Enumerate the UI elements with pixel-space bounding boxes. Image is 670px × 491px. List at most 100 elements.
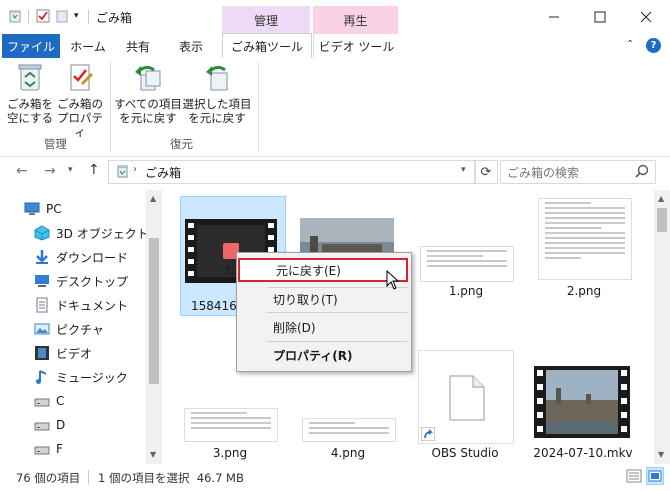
- nav-item-3d-objects[interactable]: 3D オブジェクト: [34, 222, 149, 244]
- document-lines-icon: [303, 422, 395, 434]
- window-title: ごみ箱: [96, 11, 133, 25]
- drive-icon: [34, 441, 50, 457]
- large-icons-view-icon[interactable]: [646, 467, 664, 485]
- restore-all-label-1: すべての項目: [114, 97, 182, 111]
- minimize-button[interactable]: [531, 0, 577, 34]
- empty-recycle-bin-button[interactable]: ごみ箱を 空にする: [6, 62, 54, 125]
- nav-scrollbar[interactable]: ▲ ▼: [146, 190, 162, 464]
- title-bar: ▾ ごみ箱 管理 再生: [0, 0, 670, 34]
- restore-selected-label-2: を元に戻す: [188, 111, 246, 125]
- scroll-up-chevron-icon[interactable]: ▲: [150, 194, 156, 203]
- nav-scroll-thumb[interactable]: [149, 238, 159, 384]
- refresh-button[interactable]: ⟳: [474, 160, 498, 184]
- file-thumbnail-2png[interactable]: [538, 198, 632, 280]
- file-name-4png[interactable]: 4.png: [322, 446, 374, 460]
- file-thumbnail-4png[interactable]: [302, 418, 396, 442]
- close-button[interactable]: [623, 0, 669, 34]
- properties-icon: [70, 64, 94, 91]
- menu-item-restore[interactable]: 元に戻す(E): [238, 258, 408, 282]
- video-thumbnail-mkv[interactable]: [534, 366, 630, 438]
- up-arrow-icon[interactable]: ↑: [88, 162, 100, 178]
- forward-arrow-icon[interactable]: →: [44, 163, 56, 179]
- file-scrollbar[interactable]: ▲ ▼: [654, 190, 670, 464]
- tab-file[interactable]: ファイル: [2, 34, 60, 58]
- empty-bin-label-1: ごみ箱を: [7, 97, 53, 111]
- nav-item-downloads[interactable]: ダウンロード: [34, 246, 128, 268]
- file-name-1png[interactable]: 1.png: [440, 284, 492, 298]
- file-name-2png[interactable]: 2.png: [558, 284, 610, 298]
- nav-label: D: [56, 418, 66, 432]
- ribbon: ごみ箱を 空にする ごみ箱の プロパティ 管理 すべての項目 を元に戻す 選択し…: [0, 58, 670, 157]
- nav-item-pc[interactable]: PC: [24, 198, 62, 220]
- desktop-icon: [34, 273, 50, 289]
- menu-item-delete[interactable]: 削除(D): [237, 315, 411, 339]
- menu-item-properties[interactable]: プロパティ(R): [237, 343, 411, 367]
- nav-item-videos[interactable]: ビデオ: [34, 342, 92, 364]
- maximize-icon: [594, 11, 606, 23]
- properties-check-icon[interactable]: [36, 9, 50, 23]
- file-name-obs-studio[interactable]: OBS Studio: [418, 446, 512, 460]
- nav-label: ビデオ: [56, 346, 93, 361]
- tab-home[interactable]: ホーム: [64, 34, 112, 58]
- search-input[interactable]: ごみ箱の検索: [500, 160, 656, 184]
- file-name-3png[interactable]: 3.png: [204, 446, 256, 460]
- menu-separator: [267, 312, 407, 313]
- nav-item-drive-f[interactable]: F: [34, 438, 63, 460]
- empty-bin-label-2: 空にする: [6, 111, 54, 125]
- new-folder-icon[interactable]: [56, 9, 68, 23]
- scroll-up-chevron-icon[interactable]: ▲: [658, 194, 664, 203]
- tab-share[interactable]: 共有: [116, 34, 160, 58]
- nav-item-drive-d[interactable]: D: [34, 414, 65, 436]
- scroll-down-chevron-icon[interactable]: ▼: [658, 450, 664, 459]
- help-icon[interactable]: ?: [646, 38, 661, 53]
- tab-view[interactable]: 表示: [166, 34, 216, 58]
- address-bar[interactable]: › ごみ箱 ▾: [108, 160, 476, 184]
- back-arrow-icon[interactable]: ←: [16, 163, 28, 179]
- breadcrumb-recycle-bin[interactable]: ごみ箱: [145, 164, 181, 181]
- nav-item-drive-c[interactable]: C: [34, 390, 64, 412]
- nav-item-pictures[interactable]: ピクチャ: [34, 318, 104, 340]
- tab-recycle-bin-tools[interactable]: ごみ箱ツール: [222, 33, 312, 59]
- mouse-cursor-icon: [386, 270, 400, 290]
- bin-properties-button[interactable]: ごみ箱の プロパティ: [55, 62, 105, 139]
- menu-item-cut[interactable]: 切り取り(T): [237, 287, 411, 311]
- blank-file-icon: [449, 375, 485, 421]
- ribbon-tab-bar: ファイル ホーム 共有 表示 ごみ箱ツール ビデオ ツール ⌃ ?: [0, 33, 670, 59]
- nav-label: ピクチャ: [56, 322, 104, 337]
- picture-icon: [34, 321, 50, 337]
- recent-locations-chevron-icon[interactable]: ▾: [68, 165, 73, 175]
- tab-video-tools[interactable]: ビデオ ツール: [313, 34, 399, 58]
- restore-all-button[interactable]: すべての項目 を元に戻す: [114, 62, 182, 125]
- collapse-ribbon-chevron-icon[interactable]: ⌃: [626, 39, 638, 51]
- drive-icon: [34, 417, 50, 433]
- cube-3d-icon: [34, 225, 50, 241]
- group-label-restore: 復元: [170, 137, 193, 151]
- restore-selected-label-1: 選択した項目: [182, 97, 252, 111]
- scroll-down-chevron-icon[interactable]: ▼: [150, 450, 156, 459]
- minimize-icon: [549, 16, 559, 18]
- breadcrumb-chevron-icon: ›: [133, 164, 137, 175]
- divider: [88, 470, 89, 484]
- details-view-icon[interactable]: [626, 468, 642, 484]
- nav-item-documents[interactable]: ドキュメント: [34, 294, 128, 316]
- nav-item-desktop[interactable]: デスクトップ: [34, 270, 128, 292]
- chevron-down-icon[interactable]: ▾: [74, 11, 84, 21]
- menu-label-cut: 切り取り(T): [273, 292, 338, 307]
- menu-separator: [267, 341, 407, 342]
- close-icon: [640, 11, 652, 23]
- file-name-mkv[interactable]: 2024-07-10.mkv: [530, 446, 636, 460]
- recycle-bin-icon[interactable]: [8, 9, 22, 23]
- nav-item-music[interactable]: ミュージック: [34, 366, 128, 388]
- maximize-button[interactable]: [577, 0, 623, 34]
- properties-label-1: ごみ箱の: [57, 97, 103, 111]
- computer-icon: [24, 201, 40, 217]
- restore-all-icon: [135, 65, 161, 91]
- file-thumbnail-3png[interactable]: [184, 408, 278, 442]
- music-note-icon: [34, 369, 50, 385]
- file-scroll-thumb[interactable]: [657, 208, 667, 232]
- document-lines-icon: [185, 412, 277, 429]
- address-dropdown-chevron-icon[interactable]: ▾: [461, 165, 466, 175]
- restore-selected-button[interactable]: 選択した項目 を元に戻す: [182, 62, 252, 125]
- file-item-obs-studio[interactable]: [418, 350, 514, 444]
- file-thumbnail-1png[interactable]: [420, 246, 514, 282]
